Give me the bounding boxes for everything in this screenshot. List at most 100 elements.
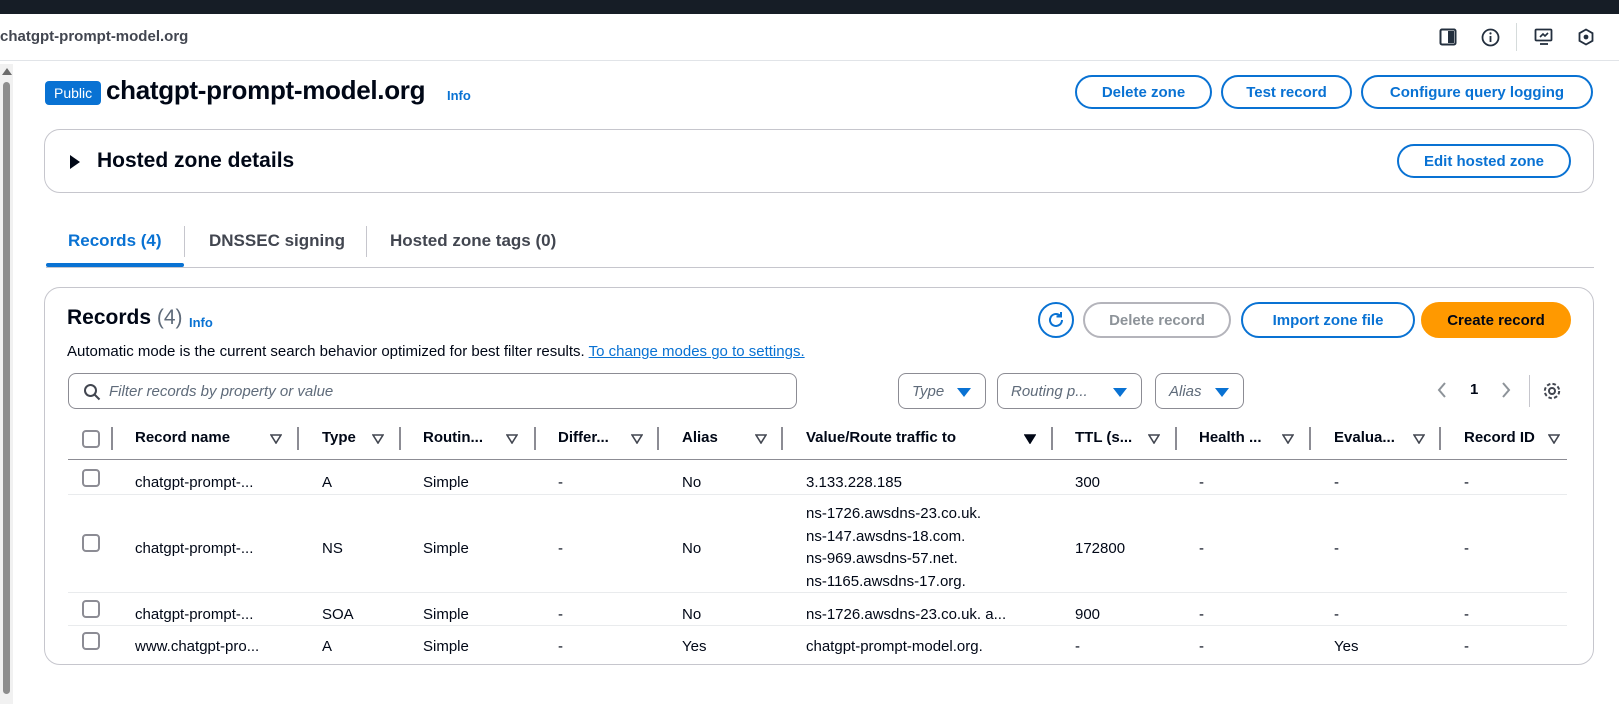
cell-routing: Simple (423, 606, 469, 623)
cell-value: chatgpt-prompt-model.org. (806, 638, 983, 655)
import-zone-file-button[interactable]: Import zone file (1241, 302, 1415, 338)
column-resizer[interactable] (1439, 427, 1441, 450)
search-input[interactable] (109, 381, 779, 401)
column-header-health-check[interactable]: Health ... (1199, 429, 1262, 446)
cell-value: ns-1726.awsdns-23.co.uk. a... (806, 606, 1007, 623)
column-header-alias[interactable]: Alias (682, 429, 718, 446)
delete-zone-button[interactable]: Delete zone (1075, 75, 1212, 109)
ns-value-line: ns-1165.awsdns-17.org. (806, 572, 966, 590)
title-info-link[interactable]: Info (447, 88, 471, 103)
column-resizer[interactable] (111, 427, 113, 450)
column-header-record-id[interactable]: Record ID (1464, 429, 1535, 446)
sort-icon[interactable] (631, 434, 643, 444)
alias-filter-label: Alias (1169, 383, 1202, 400)
row-checkbox[interactable] (82, 632, 100, 650)
sort-icon[interactable] (1024, 434, 1036, 444)
column-header-routing-policy[interactable]: Routin... (423, 429, 483, 446)
column-header-record-name[interactable]: Record name (135, 429, 230, 446)
table-header-divider (68, 459, 1567, 460)
cell-value: ns-1726.awsdns-23.co.uk. ns-147.awsdns-1… (806, 503, 981, 593)
sort-icon[interactable] (755, 434, 767, 444)
cell-record-name[interactable]: chatgpt-prompt-... (135, 606, 253, 623)
cell-record-name[interactable]: chatgpt-prompt-... (135, 474, 253, 491)
edit-hosted-zone-button[interactable]: Edit hosted zone (1397, 144, 1571, 178)
alias-filter-select[interactable]: Alias (1155, 373, 1244, 409)
cell-evaluate-health: Yes (1334, 638, 1359, 655)
configure-query-logging-button[interactable]: Configure query logging (1361, 75, 1593, 109)
page-scrollbar[interactable] (0, 64, 13, 704)
sidebar-toggle-icon[interactable] (1436, 25, 1460, 49)
test-record-button[interactable]: Test record (1221, 75, 1352, 109)
gear-icon[interactable] (1542, 381, 1562, 406)
sort-icon[interactable] (1548, 434, 1560, 444)
tab-divider (184, 226, 185, 257)
scroll-up-arrow-icon[interactable] (2, 68, 12, 75)
tab-dnssec-signing[interactable]: DNSSEC signing (209, 231, 345, 251)
cell-record-name[interactable]: www.chatgpt-pro... (135, 638, 259, 655)
tab-divider (366, 226, 367, 257)
cell-ttl: 900 (1075, 606, 1101, 623)
column-resizer[interactable] (399, 427, 401, 450)
column-resizer[interactable] (297, 427, 299, 450)
routing-policy-filter-select[interactable]: Routing p... (997, 373, 1142, 409)
current-page-number[interactable]: 1 (1470, 381, 1478, 398)
change-modes-settings-link[interactable]: To change modes go to settings. (589, 343, 805, 360)
row-checkbox[interactable] (82, 600, 100, 618)
column-resizer[interactable] (1309, 427, 1311, 450)
extension-icon[interactable] (1574, 25, 1598, 49)
row-checkbox[interactable] (82, 534, 100, 552)
tabs-baseline (46, 267, 1594, 268)
create-record-button[interactable]: Create record (1421, 302, 1571, 338)
cell-record-id: - (1464, 540, 1469, 557)
hosted-zone-details-title[interactable]: Hosted zone details (97, 149, 294, 173)
caret-down-icon (957, 388, 971, 397)
row-checkbox[interactable] (82, 469, 100, 487)
records-info-link[interactable]: Info (189, 315, 213, 330)
caret-down-icon (1215, 388, 1229, 397)
next-page-icon[interactable] (1500, 381, 1512, 404)
select-all-checkbox[interactable] (82, 430, 100, 448)
tab-hosted-zone-tags[interactable]: Hosted zone tags (0) (390, 231, 556, 251)
cell-record-id: - (1464, 638, 1469, 655)
sort-icon[interactable] (1282, 434, 1294, 444)
records-count: (4) (156, 306, 183, 329)
tab-records[interactable]: Records (4) (68, 231, 162, 251)
column-header-type[interactable]: Type (322, 429, 356, 446)
sort-icon[interactable] (372, 434, 384, 444)
previous-page-icon[interactable] (1436, 381, 1448, 404)
search-icon (83, 383, 101, 406)
cell-ttl: 300 (1075, 474, 1101, 491)
refresh-button[interactable] (1038, 302, 1074, 338)
column-header-ttl[interactable]: TTL (s... (1075, 429, 1132, 446)
ns-value-line: ns-1726.awsdns-23.co.uk. (806, 505, 982, 522)
scroll-thumb[interactable] (3, 82, 10, 694)
column-header-evaluate-health[interactable]: Evalua... (1334, 429, 1395, 446)
expand-caret-icon[interactable] (70, 155, 80, 169)
column-resizer[interactable] (657, 427, 659, 450)
sort-icon[interactable] (506, 434, 518, 444)
type-filter-select[interactable]: Type (898, 373, 986, 409)
cell-type: NS (322, 540, 343, 557)
cell-ttl: 172800 (1075, 540, 1126, 557)
row-divider (68, 625, 1567, 626)
cell-record-name[interactable]: chatgpt-prompt-... (135, 540, 253, 557)
info-circle-icon[interactable] (1478, 25, 1502, 49)
sort-icon[interactable] (1413, 434, 1425, 444)
column-resizer[interactable] (1175, 427, 1177, 450)
column-resizer[interactable] (1051, 427, 1053, 450)
cell-health-check: - (1199, 540, 1204, 557)
pager-divider (1529, 375, 1530, 407)
screen-share-icon[interactable] (1532, 25, 1556, 49)
sort-icon[interactable] (270, 434, 282, 444)
records-description: Automatic mode is the current search beh… (67, 343, 805, 360)
cell-alias: No (682, 540, 702, 557)
records-search-field[interactable] (68, 373, 797, 409)
column-resizer[interactable] (781, 427, 783, 450)
column-resizer[interactable] (534, 427, 536, 450)
sort-icon[interactable] (1148, 434, 1160, 444)
caret-down-icon (1113, 388, 1127, 397)
column-header-value[interactable]: Value/Route traffic to (806, 429, 956, 446)
column-header-differentiator[interactable]: Differ... (558, 429, 609, 446)
delete-record-button[interactable]: Delete record (1083, 302, 1231, 338)
ns-value-line: ns-969.awsdns-57.net. (806, 550, 958, 567)
